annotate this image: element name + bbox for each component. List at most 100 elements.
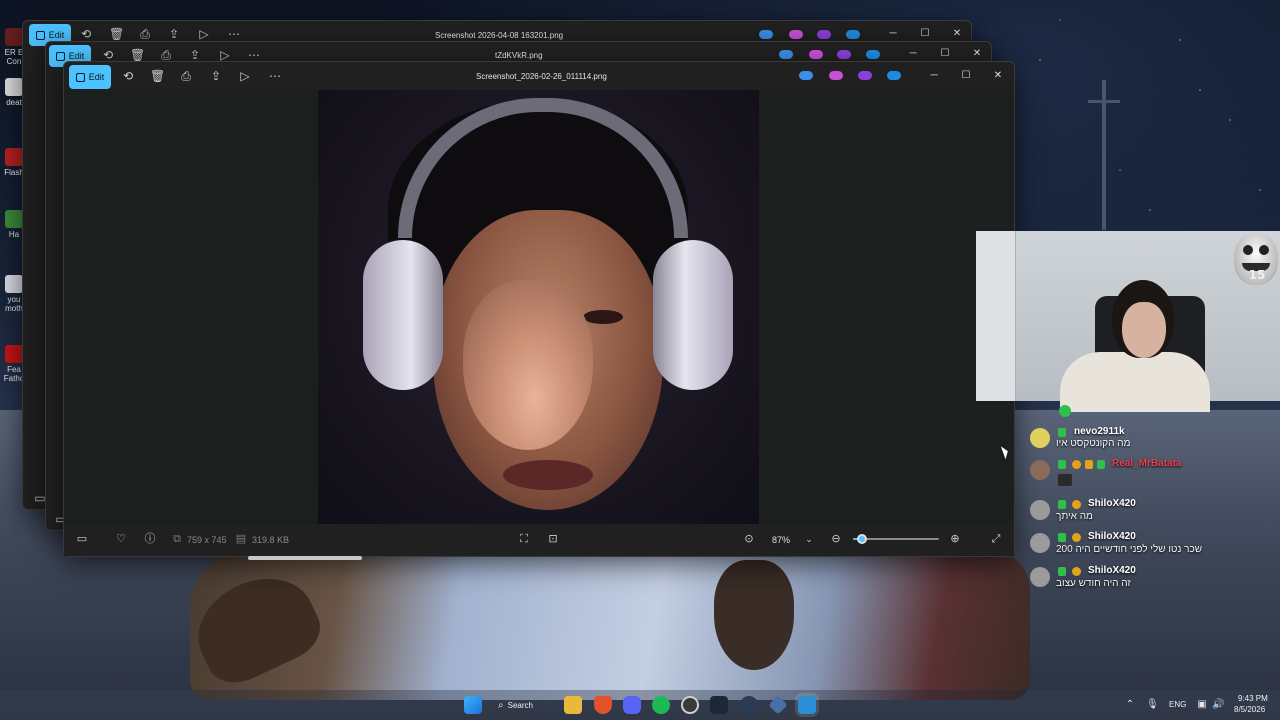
fit-to-window-icon[interactable]: ⛶: [517, 532, 531, 546]
edit-label: Edit: [48, 30, 65, 40]
desktop-icon-label: you moth: [5, 295, 23, 313]
app-icon: [5, 275, 23, 293]
chat-emote-icon: [1059, 405, 1071, 417]
copilot-icon[interactable]: [809, 50, 823, 59]
delete-icon[interactable]: 🗑: [130, 48, 145, 62]
app-icon[interactable]: [740, 696, 758, 714]
sub-badge-icon: [1072, 567, 1081, 576]
delete-icon[interactable]: 🗑: [109, 27, 124, 41]
minimize-icon[interactable]: ─: [906, 47, 920, 61]
close-icon[interactable]: ✕: [950, 27, 964, 41]
print-icon[interactable]: ⎙: [138, 27, 152, 41]
share-icon[interactable]: ⇪: [167, 27, 181, 41]
kick-badge-icon: [1058, 567, 1066, 576]
zoom-slider-thumb[interactable]: [857, 534, 867, 544]
zoom-percentage[interactable]: 87%: [772, 535, 790, 545]
discord-icon[interactable]: [623, 696, 641, 714]
chat-username[interactable]: ShiloX420: [1088, 531, 1136, 542]
obs-icon[interactable]: [681, 696, 699, 714]
maximize-icon[interactable]: ☐: [938, 47, 952, 61]
chat-username[interactable]: ShiloX420: [1088, 498, 1136, 509]
favorite-icon[interactable]: ♡: [114, 532, 128, 546]
photos-app-icon[interactable]: [798, 696, 816, 714]
chat-username[interactable]: ShiloX420: [1088, 565, 1136, 576]
clock-time[interactable]: 9:43 PM: [1238, 694, 1268, 703]
rotate-icon[interactable]: ⟲: [101, 48, 115, 62]
start-button[interactable]: [464, 696, 482, 714]
minimize-icon[interactable]: ─: [927, 69, 941, 83]
photo-mouth: [503, 460, 593, 490]
copilot-icon[interactable]: [829, 71, 843, 80]
brave-browser-icon[interactable]: [594, 696, 612, 714]
print-icon[interactable]: ⎙: [179, 69, 193, 83]
clipchamp-icon[interactable]: [858, 71, 872, 80]
more-icon[interactable]: ⋯: [227, 27, 241, 41]
designer-icon[interactable]: [759, 30, 773, 39]
sub-badge-icon: [1072, 500, 1081, 509]
clipchamp-icon[interactable]: [837, 50, 851, 59]
webcam-person-body: [1060, 352, 1210, 412]
desktop-icon-label: ER E Con: [4, 48, 24, 66]
slideshow-icon[interactable]: ▷: [218, 48, 232, 62]
kick-badge-icon: [1058, 460, 1066, 469]
delete-icon[interactable]: 🗑: [150, 69, 165, 83]
steam-icon[interactable]: [710, 696, 728, 714]
chevron-down-icon[interactable]: ⌄: [802, 532, 816, 546]
onedrive-icon[interactable]: [866, 50, 880, 59]
spotify-icon[interactable]: [652, 696, 670, 714]
share-icon[interactable]: ⇪: [209, 69, 223, 83]
volume-icon[interactable]: 🔊: [1212, 699, 1224, 710]
maximize-icon[interactable]: ☐: [918, 27, 932, 41]
filmstrip-icon[interactable]: ▭: [75, 532, 89, 546]
window-title: Screenshot_2026-02-26_011114.png: [476, 72, 607, 81]
close-icon[interactable]: ✕: [991, 69, 1005, 83]
webcam-door: [976, 231, 1016, 401]
print-icon[interactable]: ⎙: [159, 48, 173, 62]
taskbar-search-button[interactable]: ⌕ Search: [498, 695, 550, 715]
troll-eye-right: [1259, 245, 1269, 255]
clipchamp-icon[interactable]: [817, 30, 831, 39]
edit-icon: [35, 30, 45, 40]
more-icon[interactable]: ⋯: [268, 69, 282, 83]
edit-button[interactable]: Edit: [69, 65, 111, 89]
slideshow-icon[interactable]: ▷: [238, 69, 252, 83]
designer-icon[interactable]: [799, 71, 813, 80]
rotate-icon[interactable]: ⟲: [79, 27, 93, 41]
photo-eye-right: [583, 310, 623, 324]
zoom-out-icon[interactable]: ⊖: [829, 532, 843, 546]
chevron-up-icon[interactable]: ⌃: [1124, 699, 1136, 710]
troll-eye-left: [1243, 245, 1253, 255]
edit-label: Edit: [68, 51, 85, 61]
photo-status-bar: ▭ ♡ ⓘ ⧉ 759 x 745 ▤ 319.8 KB ⛶ ⊡ ⊙ 87% ⌄…: [64, 524, 1014, 556]
language-indicator[interactable]: ENG: [1169, 700, 1186, 709]
chat-username[interactable]: Real_MrBatata: [1112, 458, 1181, 469]
fullscreen-icon[interactable]: ⤢: [989, 532, 1003, 546]
minimize-icon[interactable]: ─: [886, 27, 900, 41]
desktop-icon-label: Ha: [8, 230, 20, 239]
avatar: [1030, 567, 1050, 587]
zoom-fit-icon[interactable]: ⊙: [742, 532, 756, 546]
app-icon: [5, 78, 23, 96]
clock-date[interactable]: 8/5/2026: [1234, 705, 1265, 714]
designer-icon[interactable]: [779, 50, 793, 59]
close-icon[interactable]: ✕: [970, 47, 984, 61]
copilot-icon[interactable]: [789, 30, 803, 39]
webcam-person-face: [1122, 302, 1166, 358]
slideshow-icon[interactable]: ▷: [197, 27, 211, 41]
network-icon[interactable]: ▣: [1196, 699, 1208, 710]
info-icon[interactable]: ⓘ: [143, 532, 157, 546]
rotate-icon[interactable]: ⟲: [121, 69, 135, 83]
onedrive-icon[interactable]: [846, 30, 860, 39]
onedrive-icon[interactable]: [887, 71, 901, 80]
displayed-photo: [318, 90, 759, 524]
chat-username[interactable]: nevo2911k: [1074, 426, 1125, 437]
more-icon[interactable]: ⋯: [247, 48, 261, 62]
file-explorer-icon[interactable]: [564, 696, 582, 714]
zoom-slider[interactable]: [853, 532, 939, 546]
maximize-icon[interactable]: ☐: [959, 69, 973, 83]
microphone-icon[interactable]: 🎙: [1146, 699, 1159, 710]
horizontal-scrollbar[interactable]: [248, 556, 362, 560]
zoom-in-icon[interactable]: ⊕: [948, 532, 962, 546]
actual-size-icon[interactable]: ⊡: [546, 532, 560, 546]
share-icon[interactable]: ⇪: [188, 48, 202, 62]
